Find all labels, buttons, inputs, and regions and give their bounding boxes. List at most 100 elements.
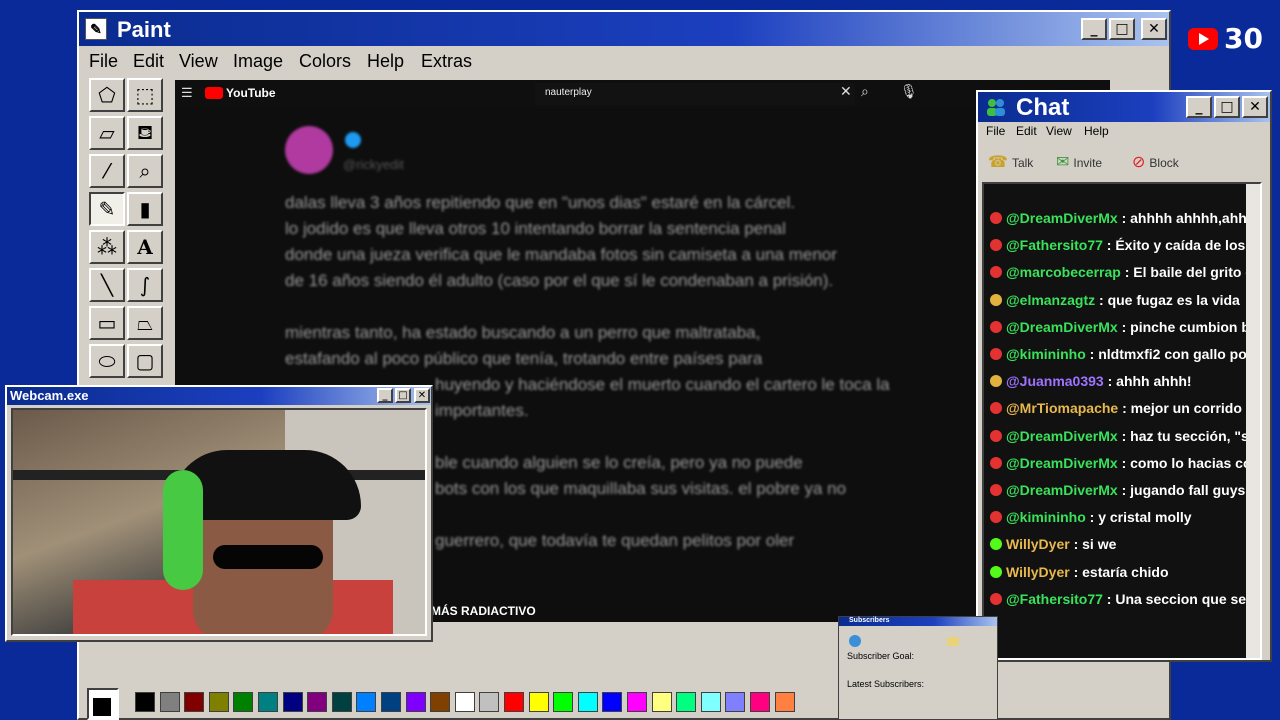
menu-view[interactable]: View	[179, 51, 218, 72]
eraser-icon[interactable]: ▱	[89, 116, 125, 150]
folder-icon[interactable]	[947, 637, 959, 646]
palette-swatch[interactable]	[651, 692, 672, 712]
menu-view[interactable]: View	[1046, 124, 1072, 138]
free-select-icon[interactable]: ⬠	[89, 78, 125, 112]
ellipse-icon[interactable]: ⬭	[89, 344, 125, 378]
rounded-rect-icon[interactable]: ▢	[127, 344, 163, 378]
headset-icon	[163, 470, 203, 590]
chat-username[interactable]: @DreamDiverMx	[1006, 428, 1118, 444]
tweet-line: estafando al poco público que tenía, tro…	[285, 349, 763, 368]
menu-edit[interactable]: Edit	[133, 51, 164, 72]
search-icon[interactable]: ⌕	[861, 83, 869, 100]
avatar	[285, 126, 333, 174]
pencil-icon[interactable]: ✎	[89, 192, 125, 226]
palette-swatch[interactable]	[135, 692, 155, 712]
minimize-button[interactable]: _	[377, 388, 393, 403]
text-icon[interactable]: A	[127, 230, 163, 264]
chat-username[interactable]: @elmanzagtz	[1006, 292, 1095, 308]
eyedropper-icon[interactable]: ⁄	[89, 154, 125, 188]
chat-username[interactable]: @kimininho	[1006, 509, 1086, 525]
palette-swatch[interactable]	[602, 692, 623, 712]
webcam-titlebar[interactable]: Webcam.exe _ □ ✕	[7, 387, 431, 405]
subscribers-titlebar[interactable]: Subscribers	[839, 617, 997, 626]
chat-username[interactable]: @DreamDiverMx	[1006, 210, 1118, 226]
palette-swatch[interactable]	[208, 692, 229, 712]
chat-username[interactable]: @DreamDiverMx	[1006, 319, 1118, 335]
palette-swatch[interactable]	[282, 692, 303, 712]
menu-help[interactable]: Help	[1084, 124, 1109, 138]
brush-icon[interactable]: ▮	[127, 192, 163, 226]
menu-file[interactable]: File	[89, 51, 118, 72]
rectangle-icon[interactable]: ▭	[89, 306, 125, 340]
palette-swatch[interactable]	[184, 692, 205, 712]
palette-swatch[interactable]	[430, 692, 451, 712]
menu-image[interactable]: Image	[233, 51, 283, 72]
palette-swatch[interactable]	[725, 692, 746, 712]
palette-swatch[interactable]	[454, 692, 475, 712]
maximize-button[interactable]: □	[395, 388, 411, 403]
menu-help[interactable]: Help	[367, 51, 404, 72]
close-button[interactable]: ✕	[414, 388, 430, 403]
paint-titlebar[interactable]: ✎ Paint _ □ ✕	[79, 12, 1169, 46]
chat-menubar: File Edit View Help	[978, 122, 1270, 142]
palette-swatch[interactable]	[331, 692, 352, 712]
airbrush-icon[interactable]: ⁂	[89, 230, 125, 264]
talk-button[interactable]: ☎ Talk	[988, 152, 1033, 171]
paint-menubar: File Edit View Image Colors Help Extras	[79, 48, 1169, 76]
palette-swatch[interactable]	[676, 692, 697, 712]
clear-search-icon[interactable]: ✕	[840, 83, 852, 100]
chat-username[interactable]: @DreamDiverMx	[1006, 455, 1118, 471]
palette-swatch[interactable]	[405, 692, 426, 712]
maximize-button[interactable]: □	[1109, 18, 1135, 40]
chat-username[interactable]: @kimininho	[1006, 346, 1086, 362]
youtube-logo[interactable]: YouTube	[205, 86, 276, 100]
palette-swatch[interactable]	[627, 692, 647, 712]
microphone-icon[interactable]: 🎙	[900, 83, 918, 100]
chat-username[interactable]: @MrTiomapache	[1006, 400, 1118, 416]
line-icon[interactable]: ╲	[89, 268, 125, 302]
palette-swatch[interactable]	[528, 692, 549, 712]
chat-username[interactable]: @marcobecerrap	[1006, 264, 1121, 280]
menu-file[interactable]: File	[986, 124, 1005, 138]
palette-swatch[interactable]	[750, 692, 770, 712]
palette-swatch[interactable]	[233, 692, 254, 712]
search-input[interactable]: nauterplay	[535, 83, 855, 105]
menu-colors[interactable]: Colors	[299, 51, 351, 72]
chat-username[interactable]: @DreamDiverMx	[1006, 482, 1118, 498]
chat-message: @DreamDiverMx : ahhhh ahhhh,ahhh ahhhh	[984, 210, 1260, 234]
palette-swatch[interactable]	[307, 692, 328, 712]
chat-log[interactable]: @DreamDiverMx : ahhhh ahhhh,ahhh ahhhh @F…	[982, 182, 1262, 660]
invite-button[interactable]: ✉ Invite	[1056, 152, 1102, 171]
close-button[interactable]: ✕	[1242, 96, 1268, 118]
menu-edit[interactable]: Edit	[1016, 124, 1037, 138]
block-button[interactable]: ⊘ Block	[1132, 152, 1179, 171]
minimize-button[interactable]: _	[1081, 18, 1107, 40]
minimize-button[interactable]: _	[1186, 96, 1212, 118]
palette-swatch[interactable]	[479, 692, 500, 712]
chat-scrollbar[interactable]	[1246, 184, 1260, 658]
polygon-icon[interactable]: ⏢	[127, 306, 163, 340]
magnifier-icon[interactable]: ⌕	[127, 154, 163, 188]
curve-icon[interactable]: ∫	[127, 268, 163, 302]
chat-username[interactable]: @Fathersito77	[1006, 237, 1103, 253]
palette-swatch[interactable]	[553, 692, 574, 712]
menu-icon[interactable]: ☰	[181, 85, 193, 101]
chat-username[interactable]: WillyDyer	[1006, 536, 1070, 552]
maximize-button[interactable]: □	[1214, 96, 1240, 118]
chat-username[interactable]: @Juanma0393	[1006, 373, 1104, 389]
palette-swatch[interactable]	[577, 692, 598, 712]
chat-titlebar[interactable]: Chat _ □ ✕	[978, 92, 1270, 122]
palette-swatch[interactable]	[774, 692, 795, 712]
palette-swatch[interactable]	[381, 692, 401, 712]
palette-swatch[interactable]	[258, 692, 278, 712]
palette-swatch[interactable]	[504, 692, 524, 712]
close-button[interactable]: ✕	[1141, 18, 1167, 40]
palette-swatch[interactable]	[700, 692, 721, 712]
chat-username[interactable]: WillyDyer	[1006, 564, 1070, 580]
chat-username[interactable]: @Fathersito77	[1006, 591, 1103, 607]
select-icon[interactable]: ⬚	[127, 78, 163, 112]
palette-swatch[interactable]	[159, 692, 180, 712]
palette-swatch[interactable]	[356, 692, 377, 712]
fill-icon[interactable]: ⛾	[127, 116, 163, 150]
menu-extras[interactable]: Extras	[421, 51, 472, 72]
